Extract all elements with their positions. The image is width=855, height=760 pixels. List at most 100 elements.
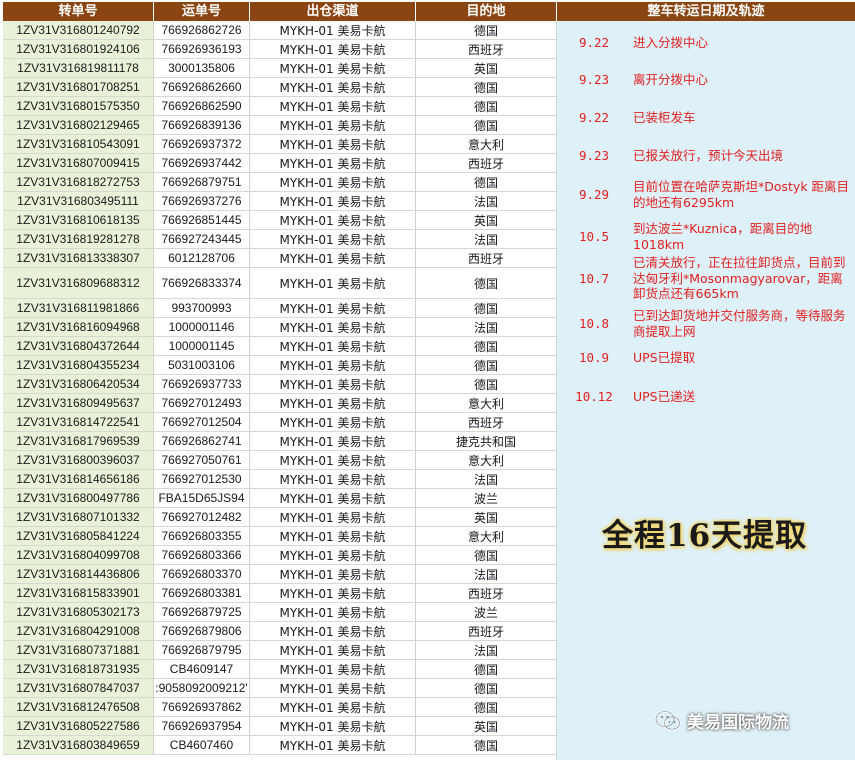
- cell-transfer-no[interactable]: 1ZV31V316814722541: [3, 413, 154, 432]
- cell-waybill-no[interactable]: 5031003106: [154, 356, 250, 375]
- cell-transfer-no[interactable]: 1ZV31V316804099708: [3, 546, 154, 565]
- cell-destination[interactable]: 德国: [416, 97, 557, 116]
- cell-transfer-no[interactable]: 1ZV31V316805302173: [3, 603, 154, 622]
- cell-waybill-no[interactable]: CB4609147: [154, 660, 250, 679]
- cell-channel[interactable]: MYKH-01 美易卡航: [250, 173, 416, 192]
- cell-destination[interactable]: 德国: [416, 337, 557, 356]
- cell-transfer-no[interactable]: 1ZV31V316801924106: [3, 40, 154, 59]
- cell-destination[interactable]: 波兰: [416, 489, 557, 508]
- cell-channel[interactable]: MYKH-01 美易卡航: [250, 603, 416, 622]
- header-destination[interactable]: 目的地: [416, 2, 557, 21]
- cell-destination[interactable]: 德国: [416, 356, 557, 375]
- cell-channel[interactable]: MYKH-01 美易卡航: [250, 40, 416, 59]
- cell-transfer-no[interactable]: 1ZV31V316807371881: [3, 641, 154, 660]
- cell-transfer-no[interactable]: 1ZV31V316810618135: [3, 211, 154, 230]
- cell-channel[interactable]: MYKH-01 美易卡航: [250, 660, 416, 679]
- cell-channel[interactable]: MYKH-01 美易卡航: [250, 135, 416, 154]
- cell-destination[interactable]: 德国: [416, 116, 557, 135]
- cell-destination[interactable]: 德国: [416, 173, 557, 192]
- cell-waybill-no[interactable]: 766926937276: [154, 192, 250, 211]
- cell-channel[interactable]: MYKH-01 美易卡航: [250, 230, 416, 249]
- cell-destination[interactable]: 西班牙: [416, 622, 557, 641]
- cell-waybill-no[interactable]: 766926862660: [154, 78, 250, 97]
- cell-waybill-no[interactable]: 766927012493: [154, 394, 250, 413]
- cell-transfer-no[interactable]: 1ZV31V316809688312: [3, 268, 154, 299]
- cell-channel[interactable]: MYKH-01 美易卡航: [250, 154, 416, 173]
- cell-waybill-no[interactable]: 766926803370: [154, 565, 250, 584]
- cell-channel[interactable]: MYKH-01 美易卡航: [250, 394, 416, 413]
- cell-channel[interactable]: MYKH-01 美易卡航: [250, 318, 416, 337]
- cell-destination[interactable]: 西班牙: [416, 584, 557, 603]
- cell-waybill-no[interactable]: 766926937862: [154, 698, 250, 717]
- cell-transfer-no[interactable]: 1ZV31V316818272753: [3, 173, 154, 192]
- cell-channel[interactable]: MYKH-01 美易卡航: [250, 268, 416, 299]
- cell-waybill-no[interactable]: 766926937733: [154, 375, 250, 394]
- cell-channel[interactable]: MYKH-01 美易卡航: [250, 78, 416, 97]
- cell-waybill-no[interactable]: 766926862590: [154, 97, 250, 116]
- cell-transfer-no[interactable]: 1ZV31V316811981866: [3, 299, 154, 318]
- cell-waybill-no[interactable]: 766927012504: [154, 413, 250, 432]
- cell-waybill-no[interactable]: 766926839136: [154, 116, 250, 135]
- cell-waybill-no[interactable]: :9058092009212': [154, 679, 250, 698]
- cell-channel[interactable]: MYKH-01 美易卡航: [250, 249, 416, 268]
- cell-channel[interactable]: MYKH-01 美易卡航: [250, 736, 416, 755]
- cell-transfer-no[interactable]: 1ZV31V316802129465: [3, 116, 154, 135]
- cell-channel[interactable]: MYKH-01 美易卡航: [250, 59, 416, 78]
- cell-destination[interactable]: 法国: [416, 641, 557, 660]
- cell-destination[interactable]: 波兰: [416, 603, 557, 622]
- cell-destination[interactable]: 西班牙: [416, 413, 557, 432]
- header-tracking[interactable]: 整车转运日期及轨迹: [557, 2, 855, 21]
- cell-channel[interactable]: MYKH-01 美易卡航: [250, 413, 416, 432]
- cell-transfer-no[interactable]: 1ZV31V316801708251: [3, 78, 154, 97]
- cell-waybill-no[interactable]: 766926862726: [154, 21, 250, 40]
- header-channel[interactable]: 出仓渠道: [250, 2, 416, 21]
- cell-channel[interactable]: MYKH-01 美易卡航: [250, 584, 416, 603]
- cell-transfer-no[interactable]: 1ZV31V316804372644: [3, 337, 154, 356]
- cell-channel[interactable]: MYKH-01 美易卡航: [250, 192, 416, 211]
- cell-waybill-no[interactable]: 766926879751: [154, 173, 250, 192]
- cell-channel[interactable]: MYKH-01 美易卡航: [250, 565, 416, 584]
- cell-transfer-no[interactable]: 1ZV31V316805227586: [3, 717, 154, 736]
- cell-destination[interactable]: 英国: [416, 717, 557, 736]
- cell-waybill-no[interactable]: 766926879725: [154, 603, 250, 622]
- cell-channel[interactable]: MYKH-01 美易卡航: [250, 546, 416, 565]
- cell-destination[interactable]: 德国: [416, 299, 557, 318]
- cell-destination[interactable]: 法国: [416, 230, 557, 249]
- cell-waybill-no[interactable]: 766926879795: [154, 641, 250, 660]
- cell-waybill-no[interactable]: 766926937372: [154, 135, 250, 154]
- cell-transfer-no[interactable]: 1ZV31V316800396037: [3, 451, 154, 470]
- cell-destination[interactable]: 法国: [416, 565, 557, 584]
- cell-transfer-no[interactable]: 1ZV31V316801575350: [3, 97, 154, 116]
- cell-destination[interactable]: 英国: [416, 59, 557, 78]
- cell-transfer-no[interactable]: 1ZV31V316819281278: [3, 230, 154, 249]
- cell-transfer-no[interactable]: 1ZV31V316805841224: [3, 527, 154, 546]
- cell-waybill-no[interactable]: 766926833374: [154, 268, 250, 299]
- cell-destination[interactable]: 法国: [416, 470, 557, 489]
- cell-transfer-no[interactable]: 1ZV31V316803849659: [3, 736, 154, 755]
- cell-waybill-no[interactable]: 766926936193: [154, 40, 250, 59]
- cell-destination[interactable]: 意大利: [416, 451, 557, 470]
- cell-channel[interactable]: MYKH-01 美易卡航: [250, 299, 416, 318]
- cell-transfer-no[interactable]: 1ZV31V316810543091: [3, 135, 154, 154]
- cell-channel[interactable]: MYKH-01 美易卡航: [250, 337, 416, 356]
- cell-destination[interactable]: 意大利: [416, 394, 557, 413]
- cell-transfer-no[interactable]: 1ZV31V316803495111: [3, 192, 154, 211]
- cell-destination[interactable]: 德国: [416, 660, 557, 679]
- cell-transfer-no[interactable]: 1ZV31V316814656186: [3, 470, 154, 489]
- cell-destination[interactable]: 德国: [416, 78, 557, 97]
- cell-waybill-no[interactable]: 766926937442: [154, 154, 250, 173]
- cell-channel[interactable]: MYKH-01 美易卡航: [250, 97, 416, 116]
- cell-channel[interactable]: MYKH-01 美易卡航: [250, 432, 416, 451]
- cell-destination[interactable]: 西班牙: [416, 249, 557, 268]
- cell-channel[interactable]: MYKH-01 美易卡航: [250, 489, 416, 508]
- cell-transfer-no[interactable]: 1ZV31V316814436806: [3, 565, 154, 584]
- cell-destination[interactable]: 捷克共和国: [416, 432, 557, 451]
- header-transfer-no[interactable]: 转单号: [3, 2, 154, 21]
- cell-destination[interactable]: 德国: [416, 698, 557, 717]
- header-waybill-no[interactable]: 运单号: [154, 2, 250, 21]
- cell-channel[interactable]: MYKH-01 美易卡航: [250, 451, 416, 470]
- cell-waybill-no[interactable]: 766926879806: [154, 622, 250, 641]
- cell-transfer-no[interactable]: 1ZV31V316807009415: [3, 154, 154, 173]
- cell-waybill-no[interactable]: 6012128706: [154, 249, 250, 268]
- cell-waybill-no[interactable]: 1000001145: [154, 337, 250, 356]
